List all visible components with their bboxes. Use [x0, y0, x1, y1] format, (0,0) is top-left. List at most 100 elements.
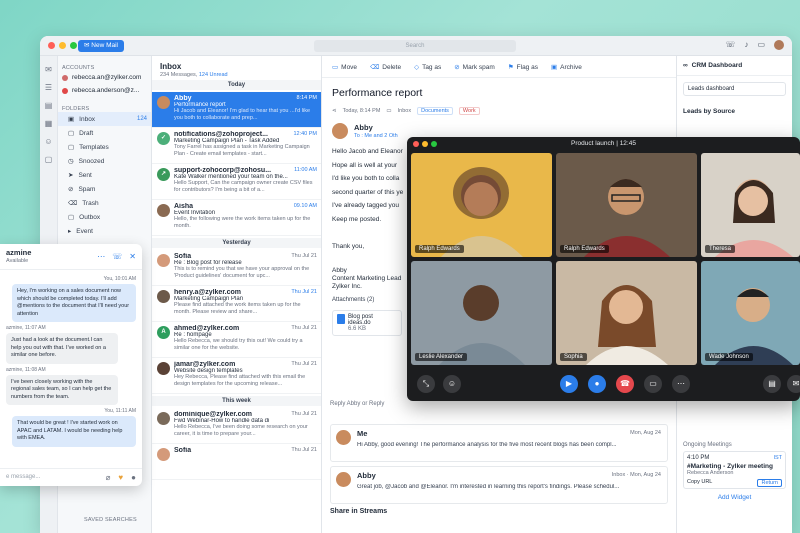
copy-url-button[interactable]: Copy URL: [687, 479, 712, 485]
spam-button[interactable]: ⊘ Mark spam: [454, 63, 495, 71]
mail-icon[interactable]: ✉: [40, 65, 57, 74]
camera-icon[interactable]: ▶: [560, 375, 578, 393]
chat-input[interactable]: e message... ⌀ ♥ ●: [0, 468, 142, 486]
close-icon[interactable]: ✕: [129, 252, 136, 261]
attachment-file[interactable]: Blog post ideas.do 6.6 KB: [332, 309, 402, 336]
emoji-icon[interactable]: ☺: [443, 375, 461, 393]
new-mail-button[interactable]: ✉ New Mail: [78, 40, 124, 52]
list-item[interactable]: Sofia Thu Jul 21 Re : Blog post for releas…: [152, 250, 321, 286]
chat-icon[interactable]: ✉: [787, 375, 800, 393]
tag-button[interactable]: ◇ Tag as: [414, 63, 441, 71]
zoom-dot[interactable]: [431, 141, 437, 147]
participant-tile[interactable]: Sophia: [556, 261, 697, 365]
inbox-title: Inbox: [160, 62, 182, 71]
ongoing-meetings: Ongoing Meetings 4:10 PM IST #Marketing -…: [677, 438, 792, 505]
message-bubble: Hey, I'm working on a sales document now…: [12, 284, 136, 322]
list-item[interactable]: henry.a@zylker.com Thu Jul 21 Marketing Ca…: [152, 286, 321, 322]
trash-icon: ⌫: [370, 63, 380, 71]
list-item[interactable]: ↗ support-zohocorp@zohosu... 11:00 AM Kate …: [152, 164, 321, 200]
sent-icon: ➤: [68, 172, 74, 179]
minimize-dot[interactable]: [59, 42, 66, 49]
window-controls: [48, 42, 77, 49]
more-icon[interactable]: ⋯: [672, 375, 690, 393]
call-title: Product launch | 12:45: [571, 140, 636, 147]
folder-outbox[interactable]: ▢ Outbox: [58, 210, 151, 224]
list-item[interactable]: Sofia Thu Jul 21: [152, 444, 321, 480]
group-yesterday: Yesterday: [152, 238, 321, 248]
bell-icon[interactable]: ♪: [744, 40, 748, 50]
outbox-icon: ▢: [68, 214, 75, 221]
account-item[interactable]: rebecca.anderson@z...: [58, 84, 151, 97]
search-input[interactable]: Search: [314, 40, 516, 52]
thread-item[interactable]: Abby Inbox · Mon, Aug 24 Great job, @Jacob…: [330, 466, 668, 504]
participant-tile[interactable]: Wade Johnson: [701, 261, 800, 365]
move-icon: ▭: [332, 63, 339, 71]
list-item[interactable]: Aahmed@zylker.com Thu Jul 21 Re : hompage H…: [152, 322, 321, 358]
meeting-card[interactable]: 4:10 PM IST #Marketing - Zylker meeting R…: [683, 451, 786, 489]
message-count: 234 Messages, 124 Unread: [160, 72, 228, 78]
folder-event[interactable]: ▸ Event: [58, 224, 151, 238]
tag-work[interactable]: Work: [458, 107, 480, 115]
contacts-icon[interactable]: ☺: [40, 137, 57, 146]
list-item[interactable]: ✓ notifications@zohoproject... 12:40 PM Mar…: [152, 128, 321, 164]
phone-icon[interactable]: ☏: [112, 252, 122, 261]
close-dot[interactable]: [48, 42, 55, 49]
participant-tile[interactable]: Ralph Edwards: [411, 153, 552, 257]
window-icon[interactable]: ▭: [757, 40, 765, 50]
share-icon: ⋖: [332, 108, 337, 114]
microphone-icon[interactable]: ●: [588, 375, 606, 393]
folder-inbox[interactable]: ▣ Inbox 124: [58, 112, 151, 126]
participant-tile[interactable]: Leslie Alexander: [411, 261, 552, 365]
more-icon[interactable]: ⋯: [97, 252, 105, 261]
tag-documents[interactable]: Documents: [417, 107, 453, 115]
chat-icon[interactable]: ☰: [40, 83, 57, 92]
folder-draft[interactable]: ▢ Draft: [58, 126, 151, 140]
list-item[interactable]: dominique@zylker.com Thu Jul 21 Fwd Webina…: [152, 408, 321, 444]
microphone-icon[interactable]: ●: [131, 473, 136, 482]
list-item[interactable]: jamar@zylker.com Thu Jul 21 Website design…: [152, 358, 321, 394]
reply-input[interactable]: Reply Abby or Reply: [330, 401, 384, 407]
minimize-icon[interactable]: ⤡: [417, 375, 435, 393]
folder-spam[interactable]: ⊘ Spam: [58, 182, 151, 196]
calendar-icon[interactable]: ▦: [40, 119, 57, 128]
docs-icon[interactable]: ▢: [40, 155, 57, 164]
reader-toolbar: ▭ Move ⌫ Delete ◇ Tag as ⊘ Mark spam ⚑ Flag a…: [322, 56, 676, 78]
notes-icon[interactable]: ▤: [40, 101, 57, 110]
crm-icon: ∞: [683, 62, 688, 69]
avatar: [336, 430, 351, 445]
avatar: [332, 123, 348, 139]
thread-item[interactable]: Me Mon, Aug 24 Hi Abby, good evening! The …: [330, 424, 668, 462]
flag-icon: ⚑: [507, 63, 514, 71]
avatar[interactable]: [774, 40, 784, 50]
participant-tile[interactable]: Theresa: [701, 153, 800, 257]
archive-button[interactable]: ▣ Archive: [551, 63, 582, 71]
attach-icon[interactable]: ⌀: [106, 473, 111, 482]
participant-tile[interactable]: Ralph Edwards: [556, 153, 697, 257]
delete-button[interactable]: ⌫ Delete: [370, 63, 401, 71]
document-icon[interactable]: ▤: [763, 375, 781, 393]
share-in-streams[interactable]: Share in Streams: [330, 508, 387, 515]
folder-sent[interactable]: ➤ Sent: [58, 168, 151, 182]
close-dot[interactable]: [413, 141, 419, 147]
list-item[interactable]: Abby 8:14 PM Performance report Hi Jacob an…: [152, 92, 321, 128]
message-bubble: That would be great ! I've started work …: [12, 416, 136, 447]
folder-snoozed[interactable]: ◷ Snoozed: [58, 154, 151, 168]
folder-trash[interactable]: ⌫ Trash: [58, 196, 151, 210]
flag-button[interactable]: ⚑ Flag as: [508, 63, 538, 71]
saved-searches[interactable]: SAVED SEARCHES: [80, 508, 137, 523]
add-widget-button[interactable]: Add Widget: [683, 494, 786, 501]
zoom-dot[interactable]: [70, 42, 77, 49]
phone-icon[interactable]: ☏: [725, 40, 735, 50]
folder-templates[interactable]: ▢ Templates: [58, 140, 151, 154]
move-button[interactable]: ▭ Move: [332, 63, 357, 71]
minimize-dot[interactable]: [422, 141, 428, 147]
thumbs-up-icon[interactable]: ♥: [118, 473, 123, 482]
account-item[interactable]: rebecca.an@zylker.com: [58, 71, 151, 84]
list-item[interactable]: Aisha 09.10 AM Event Invitation Hello, the …: [152, 200, 321, 236]
email-meta: ⋖ Today, 8:14 PM ▭ Inbox Documents Work: [322, 103, 676, 119]
chat-messages: You, 10:01 AM Hey, I'm working on a sale…: [0, 270, 142, 450]
return-button[interactable]: Return: [757, 479, 782, 487]
dashboard-select[interactable]: Leads dashboard: [683, 82, 786, 96]
screen-share-icon[interactable]: ▭: [644, 375, 662, 393]
end-call-icon[interactable]: ☎: [616, 375, 634, 393]
